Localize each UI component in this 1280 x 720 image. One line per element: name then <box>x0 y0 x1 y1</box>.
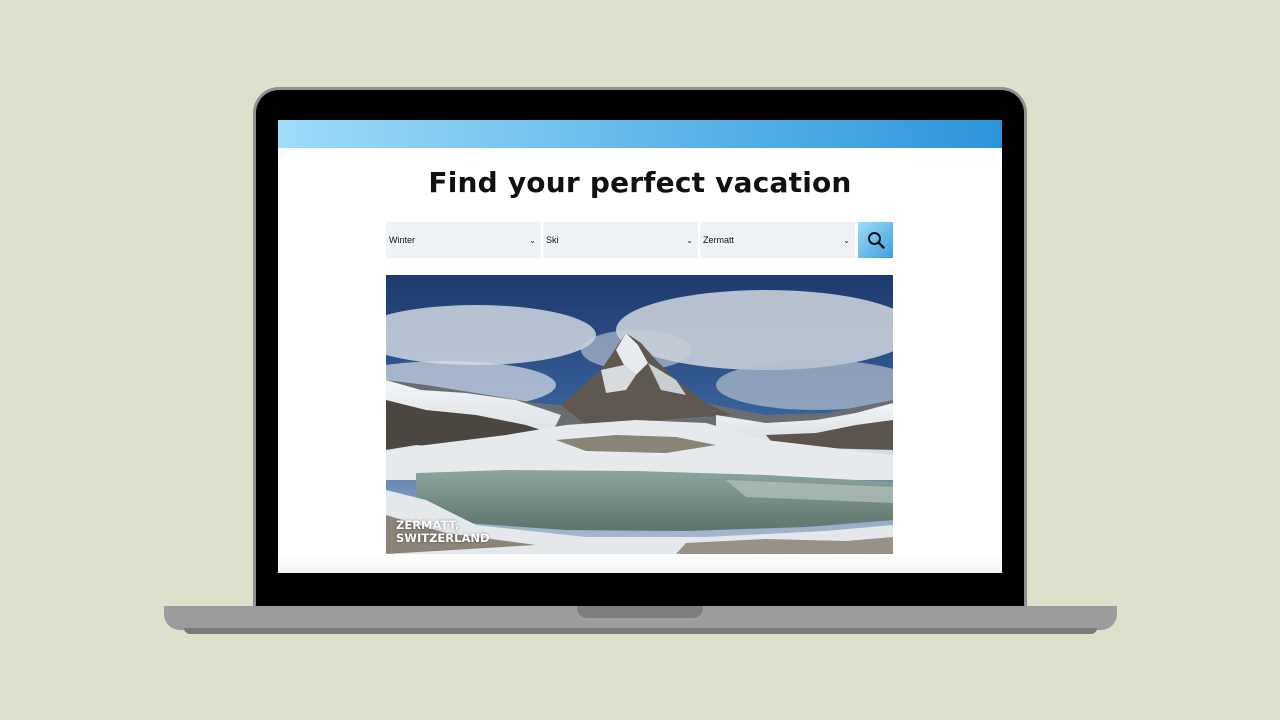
laptop-notch <box>577 606 703 618</box>
mountain-lake-photo <box>386 275 893 554</box>
season-select[interactable]: Winter ⌄ <box>386 222 541 258</box>
activity-select-value: Ski <box>546 235 559 245</box>
search-filters: Winter ⌄ Ski ⌄ Zermatt ⌄ <box>386 222 893 258</box>
destination-select-value: Zermatt <box>703 235 735 245</box>
header-bar <box>278 120 1002 148</box>
caption-line-2: SWITZERLAND <box>396 531 490 545</box>
activity-select[interactable]: Ski ⌄ <box>543 222 698 258</box>
chevron-down-icon: ⌄ <box>529 235 536 245</box>
destination-caption: ZERMATT, SWITZERLAND <box>396 519 490 545</box>
screen-bottom-fade <box>278 555 1002 573</box>
destination-hero-image[interactable]: ZERMATT, SWITZERLAND <box>386 275 893 554</box>
destination-select[interactable]: Zermatt ⌄ <box>700 222 855 258</box>
chevron-down-icon: ⌄ <box>843 235 850 245</box>
page-title: Find your perfect vacation <box>428 166 852 199</box>
chevron-down-icon: ⌄ <box>686 235 693 245</box>
search-button[interactable] <box>858 222 893 258</box>
browser-viewport: Find your perfect vacation Winter ⌄ Ski … <box>278 120 1002 573</box>
season-select-value: Winter <box>389 235 416 245</box>
search-icon <box>867 232 885 249</box>
laptop-base-shadow <box>184 628 1097 634</box>
